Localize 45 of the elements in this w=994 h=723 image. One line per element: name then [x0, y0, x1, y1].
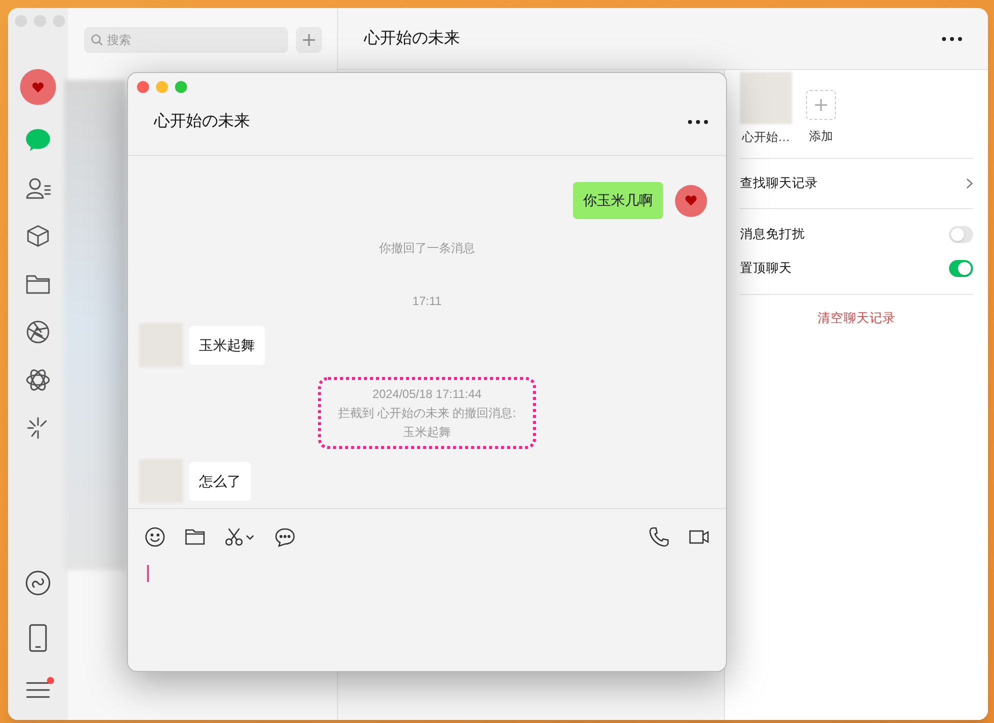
notice-line: 拦截到 心开始の未来 的撤回消息: — [338, 405, 516, 421]
person-list-icon[interactable] — [25, 176, 51, 200]
menu-icon[interactable] — [26, 680, 50, 700]
atom-icon[interactable] — [26, 367, 50, 393]
member-name: 添加 — [809, 128, 833, 145]
phone-icon[interactable] — [649, 527, 669, 547]
search-field[interactable]: 搜索 — [84, 27, 288, 53]
chevron-right-icon — [966, 178, 973, 189]
member-name: 心开始… — [742, 129, 790, 146]
heart-icon — [32, 82, 44, 92]
phone-icon[interactable] — [28, 624, 48, 652]
toggle-switch[interactable] — [949, 226, 973, 243]
timestamp: 17:11 — [412, 293, 442, 310]
smiley-icon[interactable] — [145, 527, 165, 547]
notice-line: 玉米起舞 — [403, 424, 451, 440]
toggle-label: 置顶聊天 — [740, 260, 792, 277]
notice-line: 2024/05/18 17:11:44 — [372, 386, 482, 402]
find-history-row[interactable]: 查找聊天记录 — [740, 159, 973, 209]
toggle-label: 消息免打扰 — [740, 226, 805, 243]
cube-icon[interactable] — [26, 224, 50, 248]
folder-icon[interactable] — [26, 274, 50, 294]
folder-icon[interactable] — [185, 527, 205, 547]
message-bubble: 怎么了 — [189, 462, 251, 500]
text-cursor — [147, 565, 149, 582]
chat-title: 心开始の未来 — [364, 28, 460, 48]
aperture-icon[interactable] — [26, 320, 50, 344]
clear-history-button[interactable]: 清空聊天记录 — [812, 306, 902, 330]
more-icon[interactable] — [688, 120, 708, 124]
more-icon[interactable] — [942, 36, 962, 40]
system-notice: 你撤回了一条消息 — [379, 240, 475, 257]
chat-title: 心开始の未来 — [154, 112, 250, 132]
toggle-switch[interactable] — [949, 260, 973, 277]
video-camera-icon[interactable] — [689, 529, 709, 545]
speech-bubble-icon[interactable] — [275, 527, 295, 547]
scissors-caret-icon[interactable] — [225, 527, 255, 547]
find-history-label: 查找聊天记录 — [740, 175, 818, 192]
message-bubble: 玉米起舞 — [189, 326, 265, 364]
add-button[interactable] — [296, 27, 322, 53]
plus-icon — [302, 33, 316, 47]
link-circle-icon[interactable] — [25, 570, 51, 596]
message-bubble: 你玉米几啊 — [573, 182, 663, 219]
search-icon — [91, 34, 103, 46]
avatar[interactable] — [20, 69, 56, 105]
heart-icon — [685, 195, 697, 206]
plus-icon — [814, 98, 828, 112]
